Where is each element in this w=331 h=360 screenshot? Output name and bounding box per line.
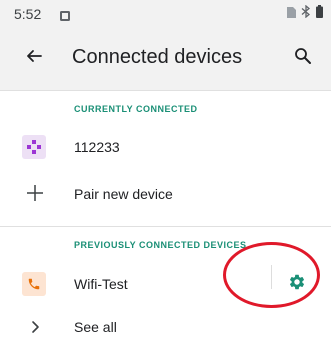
app-bar-divider [0, 90, 331, 91]
bluetooth-icon [301, 4, 311, 23]
see-all-row[interactable]: See all [0, 307, 331, 347]
phone-icon [22, 272, 46, 296]
app-bar: Connected devices [0, 28, 331, 90]
chevron-right-icon [26, 317, 46, 337]
search-icon [294, 47, 312, 70]
pair-new-device-label: Pair new device [74, 186, 173, 202]
sim-icon [287, 5, 296, 23]
status-icons [287, 4, 323, 23]
page-title: Connected devices [72, 46, 243, 68]
current-device-row[interactable]: 112233 [0, 127, 331, 167]
section-divider [0, 226, 331, 227]
section-header-current: CURRENTLY CONNECTED [74, 104, 198, 114]
current-device-name: 112233 [74, 139, 120, 155]
gamepad-icon [22, 135, 46, 159]
highlight-annotation-circle [223, 242, 320, 308]
see-all-label: See all [74, 319, 117, 335]
search-button[interactable] [289, 44, 317, 72]
back-button[interactable] [20, 44, 48, 72]
pair-new-device-row[interactable]: Pair new device [0, 174, 331, 214]
arrow-back-icon [25, 47, 43, 70]
plus-icon [24, 182, 46, 204]
battery-icon [316, 5, 323, 23]
section-header-previous: PREVIOUSLY CONNECTED DEVICES [74, 240, 247, 250]
status-time: 5:52 [14, 6, 42, 22]
status-bar: 5:52 [0, 0, 331, 28]
notification-icon [60, 8, 70, 21]
previous-device-name: Wifi-Test [74, 276, 128, 292]
